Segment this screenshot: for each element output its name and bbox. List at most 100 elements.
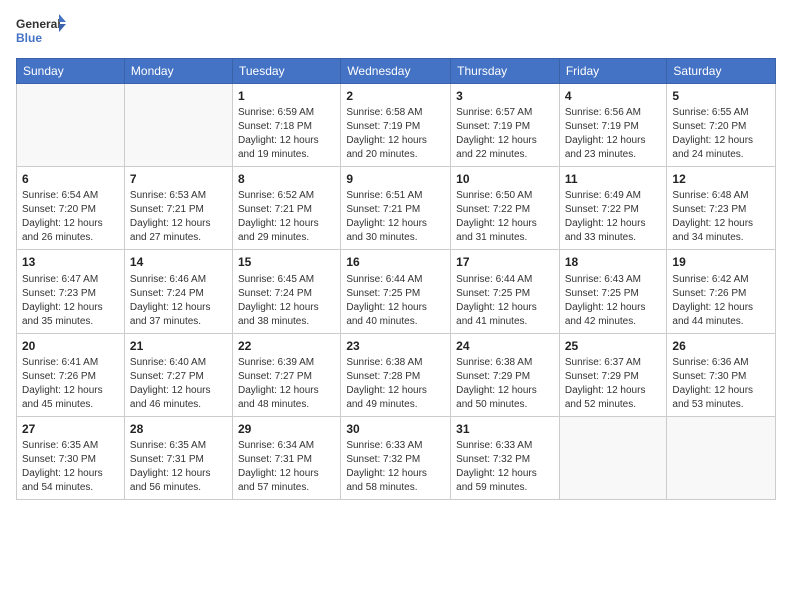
calendar-cell: 19Sunrise: 6:42 AM Sunset: 7:26 PM Dayli… xyxy=(667,250,776,333)
day-number: 30 xyxy=(346,421,445,437)
day-info: Sunrise: 6:48 AM Sunset: 7:23 PM Dayligh… xyxy=(672,189,770,245)
calendar-cell: 17Sunrise: 6:44 AM Sunset: 7:25 PM Dayli… xyxy=(451,250,560,333)
day-number: 16 xyxy=(346,254,445,270)
calendar-cell: 10 Sunrise: 6:50 AM Sunset: 7:22 PM Dayli… xyxy=(451,167,560,250)
day-number: 14 xyxy=(130,254,227,270)
day-info: Sunrise: 6:38 AM Sunset: 7:29 PM Dayligh… xyxy=(456,356,554,412)
day-number: 29 xyxy=(238,421,335,437)
day-number: 28 xyxy=(130,421,227,437)
day-number: 22 xyxy=(238,338,335,354)
day-number: 21 xyxy=(130,338,227,354)
calendar-cell: 11 Sunrise: 6:49 AM Sunset: 7:22 PM Dayli… xyxy=(559,167,667,250)
calendar-cell: 18 Sunrise: 6:43 AM Sunset: 7:25 PM Dayli… xyxy=(559,250,667,333)
week-row-4: 20 Sunrise: 6:41 AM Sunset: 7:26 PM Dayli… xyxy=(17,333,776,416)
day-info: Sunrise: 6:59 AM Sunset: 7:18 PM Dayligh… xyxy=(238,106,335,162)
calendar-cell: 23 Sunrise: 6:38 AM Sunset: 7:28 PM Dayli… xyxy=(341,333,451,416)
calendar-cell: 28 Sunrise: 6:35 AM Sunset: 7:31 PM Dayli… xyxy=(124,416,232,499)
day-info: Sunrise: 6:47 AM Sunset: 7:23 PM Dayligh… xyxy=(22,273,119,329)
day-info: Sunrise: 6:41 AM Sunset: 7:26 PM Dayligh… xyxy=(22,356,119,412)
day-info: Sunrise: 6:38 AM Sunset: 7:28 PM Dayligh… xyxy=(346,356,445,412)
week-row-3: 13 Sunrise: 6:47 AM Sunset: 7:23 PM Dayli… xyxy=(17,250,776,333)
calendar-cell xyxy=(667,416,776,499)
day-number: 1 xyxy=(238,88,335,104)
day-info: Sunrise: 6:44 AM Sunset: 7:25 PM Dayligh… xyxy=(346,273,445,329)
svg-text:Blue: Blue xyxy=(16,31,42,45)
col-header-saturday: Saturday xyxy=(667,59,776,84)
calendar-cell: 25 Sunrise: 6:37 AM Sunset: 7:29 PM Dayli… xyxy=(559,333,667,416)
day-number: 8 xyxy=(238,171,335,187)
day-info: Sunrise: 6:44 AM Sunset: 7:25 PM Dayligh… xyxy=(456,273,554,329)
day-info: Sunrise: 6:54 AM Sunset: 7:20 PM Dayligh… xyxy=(22,189,119,245)
calendar-table: SundayMondayTuesdayWednesdayThursdayFrid… xyxy=(16,58,776,500)
day-info: Sunrise: 6:40 AM Sunset: 7:27 PM Dayligh… xyxy=(130,356,227,412)
calendar-cell: 24 Sunrise: 6:38 AM Sunset: 7:29 PM Dayli… xyxy=(451,333,560,416)
day-number: 24 xyxy=(456,338,554,354)
day-number: 25 xyxy=(565,338,662,354)
calendar-cell: 2 Sunrise: 6:58 AM Sunset: 7:19 PM Daylig… xyxy=(341,84,451,167)
calendar-cell: 31 Sunrise: 6:33 AM Sunset: 7:32 PM Dayli… xyxy=(451,416,560,499)
day-number: 20 xyxy=(22,338,119,354)
calendar-cell xyxy=(559,416,667,499)
calendar-cell: 21 Sunrise: 6:40 AM Sunset: 7:27 PM Dayli… xyxy=(124,333,232,416)
col-header-monday: Monday xyxy=(124,59,232,84)
day-number: 9 xyxy=(346,171,445,187)
day-number: 31 xyxy=(456,421,554,437)
calendar-cell: 22 Sunrise: 6:39 AM Sunset: 7:27 PM Dayli… xyxy=(232,333,340,416)
day-number: 27 xyxy=(22,421,119,437)
day-info: Sunrise: 6:52 AM Sunset: 7:21 PM Dayligh… xyxy=(238,189,335,245)
calendar-cell: 9 Sunrise: 6:51 AM Sunset: 7:21 PM Daylig… xyxy=(341,167,451,250)
calendar-cell: 27Sunrise: 6:35 AM Sunset: 7:30 PM Dayli… xyxy=(17,416,125,499)
day-number: 4 xyxy=(565,88,662,104)
col-header-thursday: Thursday xyxy=(451,59,560,84)
day-number: 15 xyxy=(238,254,335,270)
day-info: Sunrise: 6:56 AM Sunset: 7:19 PM Dayligh… xyxy=(565,106,662,162)
calendar-cell: 29Sunrise: 6:34 AM Sunset: 7:31 PM Dayli… xyxy=(232,416,340,499)
day-info: Sunrise: 6:57 AM Sunset: 7:19 PM Dayligh… xyxy=(456,106,554,162)
day-info: Sunrise: 6:35 AM Sunset: 7:31 PM Dayligh… xyxy=(130,439,227,495)
calendar-cell: 14 Sunrise: 6:46 AM Sunset: 7:24 PM Dayli… xyxy=(124,250,232,333)
day-number: 11 xyxy=(565,171,662,187)
calendar-cell: 1 Sunrise: 6:59 AM Sunset: 7:18 PM Daylig… xyxy=(232,84,340,167)
svg-text:General: General xyxy=(16,17,61,31)
calendar-cell: 4 Sunrise: 6:56 AM Sunset: 7:19 PM Daylig… xyxy=(559,84,667,167)
day-number: 18 xyxy=(565,254,662,270)
week-row-2: 6 Sunrise: 6:54 AM Sunset: 7:20 PM Daylig… xyxy=(17,167,776,250)
day-number: 26 xyxy=(672,338,770,354)
day-number: 6 xyxy=(22,171,119,187)
calendar-cell: 15 Sunrise: 6:45 AM Sunset: 7:24 PM Dayli… xyxy=(232,250,340,333)
calendar-cell: 20 Sunrise: 6:41 AM Sunset: 7:26 PM Dayli… xyxy=(17,333,125,416)
page: General Blue SundayMondayTuesdayWednesda… xyxy=(0,0,792,612)
calendar-cell xyxy=(17,84,125,167)
day-info: Sunrise: 6:55 AM Sunset: 7:20 PM Dayligh… xyxy=(672,106,770,162)
calendar-cell xyxy=(124,84,232,167)
day-number: 10 xyxy=(456,171,554,187)
day-number: 23 xyxy=(346,338,445,354)
calendar-cell: 26 Sunrise: 6:36 AM Sunset: 7:30 PM Dayli… xyxy=(667,333,776,416)
day-info: Sunrise: 6:43 AM Sunset: 7:25 PM Dayligh… xyxy=(565,273,662,329)
col-header-tuesday: Tuesday xyxy=(232,59,340,84)
day-number: 5 xyxy=(672,88,770,104)
day-info: Sunrise: 6:53 AM Sunset: 7:21 PM Dayligh… xyxy=(130,189,227,245)
day-info: Sunrise: 6:39 AM Sunset: 7:27 PM Dayligh… xyxy=(238,356,335,412)
calendar-header-row: SundayMondayTuesdayWednesdayThursdayFrid… xyxy=(17,59,776,84)
col-header-friday: Friday xyxy=(559,59,667,84)
day-number: 2 xyxy=(346,88,445,104)
day-info: Sunrise: 6:33 AM Sunset: 7:32 PM Dayligh… xyxy=(456,439,554,495)
col-header-wednesday: Wednesday xyxy=(341,59,451,84)
day-number: 12 xyxy=(672,171,770,187)
day-info: Sunrise: 6:36 AM Sunset: 7:30 PM Dayligh… xyxy=(672,356,770,412)
day-info: Sunrise: 6:45 AM Sunset: 7:24 PM Dayligh… xyxy=(238,273,335,329)
calendar-cell: 13 Sunrise: 6:47 AM Sunset: 7:23 PM Dayli… xyxy=(17,250,125,333)
day-number: 13 xyxy=(22,254,119,270)
day-info: Sunrise: 6:46 AM Sunset: 7:24 PM Dayligh… xyxy=(130,273,227,329)
day-info: Sunrise: 6:51 AM Sunset: 7:21 PM Dayligh… xyxy=(346,189,445,245)
calendar-cell: 5 Sunrise: 6:55 AM Sunset: 7:20 PM Daylig… xyxy=(667,84,776,167)
logo: General Blue xyxy=(16,12,66,50)
day-info: Sunrise: 6:49 AM Sunset: 7:22 PM Dayligh… xyxy=(565,189,662,245)
day-info: Sunrise: 6:58 AM Sunset: 7:19 PM Dayligh… xyxy=(346,106,445,162)
day-info: Sunrise: 6:37 AM Sunset: 7:29 PM Dayligh… xyxy=(565,356,662,412)
calendar-cell: 3Sunrise: 6:57 AM Sunset: 7:19 PM Daylig… xyxy=(451,84,560,167)
week-row-1: 1 Sunrise: 6:59 AM Sunset: 7:18 PM Daylig… xyxy=(17,84,776,167)
day-info: Sunrise: 6:50 AM Sunset: 7:22 PM Dayligh… xyxy=(456,189,554,245)
calendar-cell: 30Sunrise: 6:33 AM Sunset: 7:32 PM Dayli… xyxy=(341,416,451,499)
